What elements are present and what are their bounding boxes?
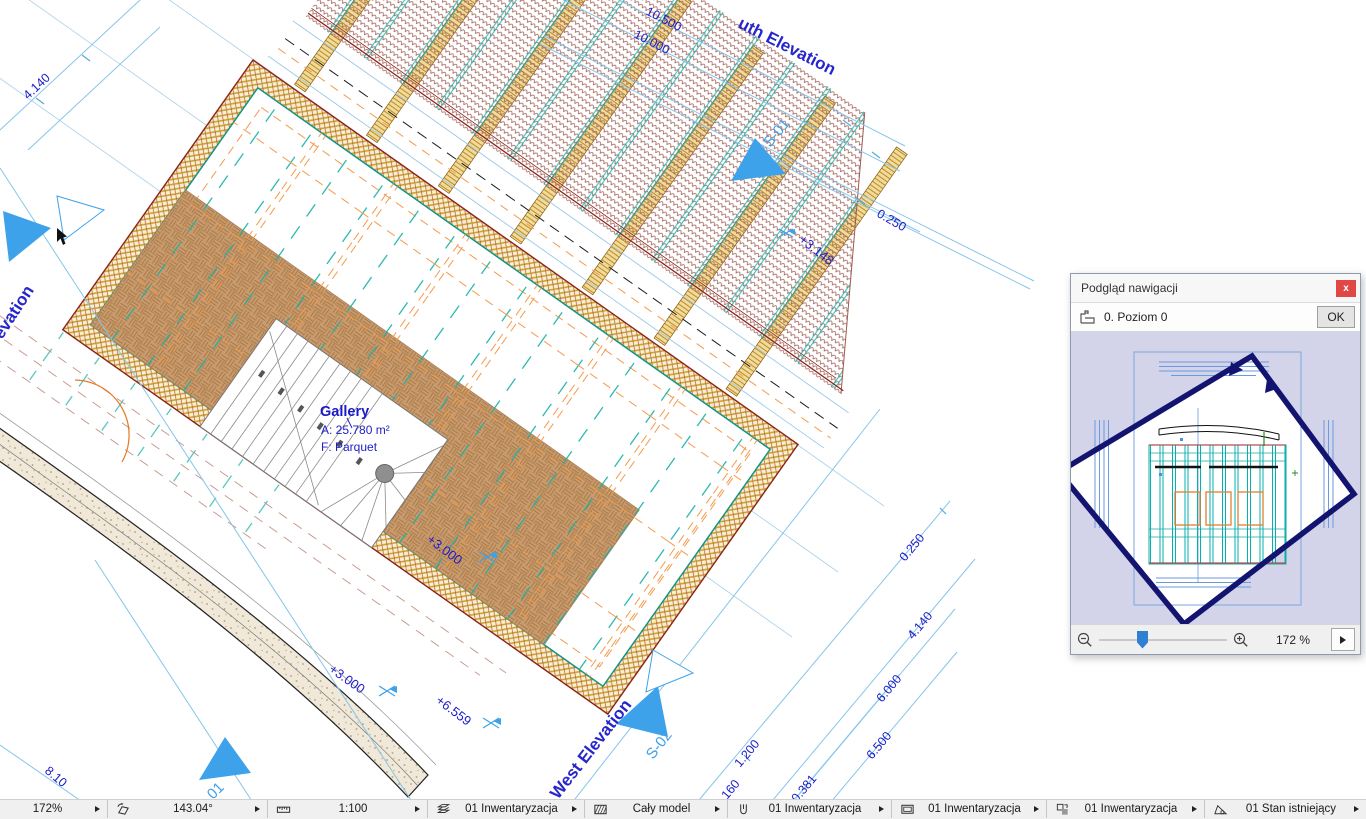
dim-right-4: 6.500 <box>864 729 895 762</box>
statusbar-graphic-override[interactable]: 01 Inwentaryzacja <box>1047 800 1205 818</box>
zone-name: Gallery <box>320 404 369 420</box>
level-ridge: +6.559 <box>433 692 474 728</box>
marker-bl-label: 01 <box>204 779 228 801</box>
rotation-icon <box>117 802 129 815</box>
story-icon <box>1080 309 1095 324</box>
statusbar-zoom[interactable]: 172% <box>0 800 108 818</box>
pen-set-icon <box>740 803 747 814</box>
structure-display-icon <box>594 804 607 814</box>
close-icon[interactable]: x <box>1336 279 1356 297</box>
palette-title: Podgląd nawigacji <box>1081 281 1178 295</box>
statusbar-layer-combination[interactable]: 01 Inwentaryzacja <box>428 800 585 818</box>
dim-right-3: 6.000 <box>874 672 905 705</box>
dim-right-5: 1.200 <box>732 737 763 770</box>
chevron-right-icon[interactable] <box>879 806 884 812</box>
slider-thumb[interactable] <box>1137 630 1148 649</box>
zone-area: A: 25.780 m² <box>321 423 390 437</box>
renovation-filter-icon <box>1214 804 1228 814</box>
navigation-preview-palette: Podgląd nawigacji x 0. Poziom 0 OK 172 % <box>1070 273 1361 655</box>
chevron-right-icon[interactable] <box>1354 806 1359 812</box>
zone-finish: F: Parquet <box>321 440 378 454</box>
dim-right-1: 0.250 <box>897 531 928 564</box>
statusbar-scale[interactable]: 1:100 <box>268 800 428 818</box>
preview-zoom-slider[interactable] <box>1099 630 1227 649</box>
dim-right-2: 4.140 <box>905 609 936 642</box>
mini-plan <box>1148 424 1298 565</box>
scale-icon <box>276 806 291 813</box>
palette-title-bar[interactable]: Podgląd nawigacji x <box>1071 274 1360 303</box>
dim-bottom-left: 8.10 <box>42 764 70 790</box>
statusbar-pen-set[interactable]: 01 Inwentaryzacja <box>728 800 892 818</box>
graphic-override-icon <box>1056 803 1068 815</box>
chevron-right-icon[interactable] <box>255 806 260 812</box>
bottom-left-marker <box>199 737 251 780</box>
chevron-right-icon[interactable] <box>415 806 420 812</box>
quick-options-bar: 172% 143.04° 1:100 01 Inwentaryzacja Cał… <box>0 799 1366 819</box>
dim-right-6: 160 <box>719 777 743 801</box>
dim-top-left: 4.140 <box>20 71 52 103</box>
chevron-right-icon[interactable] <box>1034 806 1039 812</box>
chevron-right-icon[interactable] <box>572 806 577 812</box>
statusbar-renovation-filter[interactable]: 01 Stan istniejący <box>1205 800 1366 818</box>
zoom-out-icon[interactable] <box>1077 632 1093 648</box>
west-elevation-label: West Elevation <box>546 696 635 801</box>
palette-menu-button[interactable] <box>1331 628 1355 651</box>
navigation-preview-map[interactable] <box>1071 332 1360 624</box>
zoom-in-icon[interactable] <box>1233 632 1249 648</box>
statusbar-model-view[interactable]: 01 Inwentaryzacja <box>892 800 1047 818</box>
east-elevation-marker <box>3 211 51 262</box>
layers-icon <box>436 803 451 813</box>
section-s02-label: S-02 <box>643 727 676 762</box>
statusbar-structure-display[interactable]: Cały model <box>585 800 728 818</box>
chevron-right-icon[interactable] <box>1192 806 1197 812</box>
statusbar-rotation[interactable]: 143.04° <box>108 800 268 818</box>
chevron-right-icon[interactable] <box>95 806 100 812</box>
model-view-icon <box>901 804 914 814</box>
chevron-right-icon[interactable] <box>715 806 720 812</box>
story-label: 0. Poziom 0 <box>1104 310 1168 324</box>
building-plan[interactable] <box>0 0 996 778</box>
dim-roof-offset: 0.250 <box>875 206 909 234</box>
ok-button[interactable]: OK <box>1317 306 1355 328</box>
preview-zoom-value: 172 % <box>1275 632 1311 647</box>
archicad-window: 10.500 10.000 4.140 0.250 0.250 4.140 6.… <box>0 0 1366 819</box>
